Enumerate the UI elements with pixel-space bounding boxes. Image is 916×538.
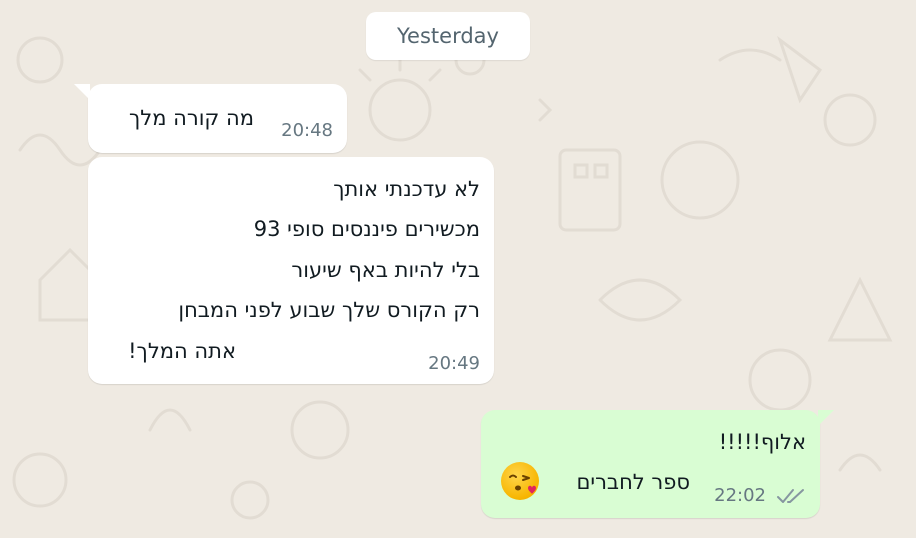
date-separator-label: Yesterday [397, 24, 499, 48]
message-text: בלי להיות באף שיעור [291, 258, 480, 282]
message-timestamp: 20:48 [281, 120, 333, 141]
bubble-tail [74, 84, 90, 100]
message-text: רק הקורס שלך שבוע לפני המבחן [178, 298, 480, 322]
message-text: מה קורה מלך [128, 106, 254, 130]
message-text: לא עדכנתי אותך [333, 177, 480, 201]
message-bubble-incoming[interactable]: לא עדכנתי אותך מכשירים פיננסים סופי 93 ב… [88, 157, 494, 384]
message-text: אלוף!!!!! [718, 430, 806, 454]
date-separator: Yesterday [366, 12, 530, 60]
face-blowing-kiss-emoji [501, 462, 539, 500]
message-text: ספר לחברים [576, 470, 690, 494]
message-bubble-incoming[interactable]: מה קורה מלך 20:48 [74, 84, 347, 153]
message-timestamp: 20:49 [428, 353, 480, 374]
message-text: אתה המלך! [128, 339, 236, 363]
read-double-check-icon [777, 489, 804, 503]
message-text: מכשירים פיננסים סופי 93 [253, 217, 480, 241]
bubble-tail [818, 410, 834, 426]
message-timestamp: 22:02 [714, 485, 766, 506]
message-bubble-outgoing[interactable]: אלוף!!!!! ספר לחברים 22:02 [481, 410, 834, 518]
